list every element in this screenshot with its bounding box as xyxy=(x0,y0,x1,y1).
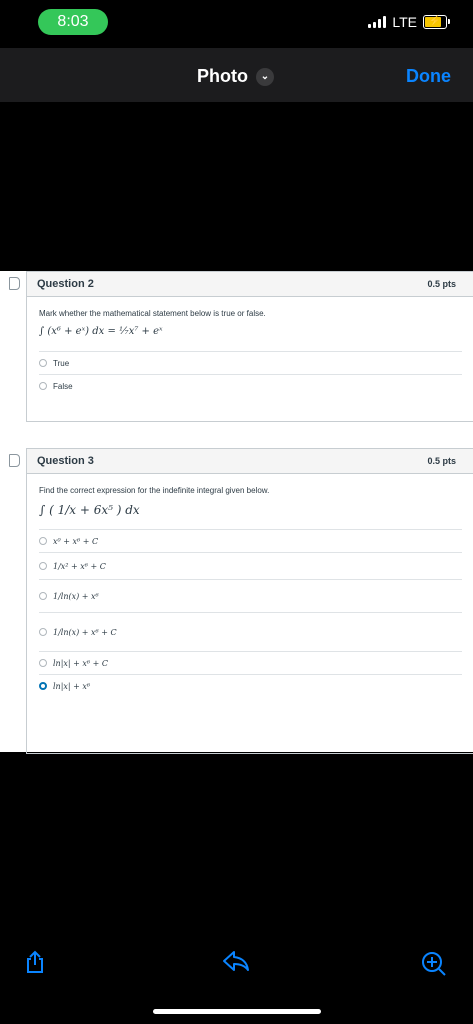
option-label: x⁰ + x⁶ + C xyxy=(53,536,99,546)
radio-icon[interactable] xyxy=(39,659,47,667)
flag-icon[interactable] xyxy=(9,277,20,290)
quiz-photo: Question 2 0.5 pts Mark whether the math… xyxy=(0,271,473,754)
reply-icon[interactable] xyxy=(222,950,250,978)
radio-icon[interactable] xyxy=(39,562,47,570)
question-title: Question 2 xyxy=(37,278,94,290)
option-label: True xyxy=(53,358,70,368)
answer-option[interactable]: False xyxy=(39,374,462,397)
done-button[interactable]: Done xyxy=(406,66,451,87)
answer-option[interactable]: 1/ln(x) + x⁶ xyxy=(39,579,462,612)
question-title: Question 3 xyxy=(37,455,94,467)
question-prompt: Mark whether the mathematical statement … xyxy=(39,309,266,318)
option-label: 1/ln(x) + x⁶ + C xyxy=(53,627,117,637)
answer-option-selected[interactable]: ln|x| + x⁶ xyxy=(39,674,462,697)
question-points: 0.5 pts xyxy=(427,279,456,289)
radio-icon[interactable] xyxy=(39,382,47,390)
answer-option[interactable]: 1/ln(x) + x⁶ + C xyxy=(39,612,462,651)
chevron-down-icon[interactable]: ⌄ xyxy=(256,67,274,86)
photo-title-label: Photo xyxy=(197,66,248,86)
math-integral: ∫ ( 1/x + 6x⁵ ) dx xyxy=(39,503,140,517)
question-3: Question 3 0.5 pts Find the correct expr… xyxy=(9,448,473,754)
option-label: 1/x² + x⁶ + C xyxy=(53,561,106,571)
option-label: 1/ln(x) + x⁶ xyxy=(53,591,99,601)
flag-icon[interactable] xyxy=(9,454,20,467)
radio-icon[interactable] xyxy=(39,592,47,600)
zoom-in-icon[interactable] xyxy=(420,950,448,984)
signal-icon xyxy=(368,16,387,28)
status-indicators: LTE ⚡ xyxy=(368,14,450,30)
radio-icon[interactable] xyxy=(39,537,47,545)
math-statement: ∫ (x⁶ + eˣ) dx = ¹⁄₇x⁷ + eˣ xyxy=(39,326,163,337)
question-prompt: Find the correct expression for the inde… xyxy=(39,486,270,495)
answer-option[interactable]: True xyxy=(39,351,462,374)
radio-icon[interactable] xyxy=(39,628,47,636)
status-time: 8:03 xyxy=(38,9,108,35)
question-body: Mark whether the mathematical statement … xyxy=(27,297,473,407)
question-header: Question 3 0.5 pts xyxy=(27,449,473,474)
share-icon[interactable] xyxy=(24,950,46,980)
question-2: Question 2 0.5 pts Mark whether the math… xyxy=(9,271,473,422)
battery-icon: ⚡ xyxy=(423,15,450,29)
nav-bar: Photo ⌄ Done xyxy=(0,48,473,102)
question-header: Question 2 0.5 pts xyxy=(27,272,473,297)
network-label: LTE xyxy=(392,14,417,30)
option-label: ln|x| + x⁶ xyxy=(53,681,91,691)
bottom-toolbar xyxy=(0,932,473,992)
question-body: Find the correct expression for the inde… xyxy=(27,474,473,707)
option-label: False xyxy=(53,381,73,391)
answer-option[interactable]: ln|x| + x⁶ + C xyxy=(39,651,462,674)
answer-option[interactable]: x⁰ + x⁶ + C xyxy=(39,529,462,552)
radio-selected-icon[interactable] xyxy=(39,682,47,690)
question-points: 0.5 pts xyxy=(427,456,456,466)
home-indicator xyxy=(153,1009,321,1014)
radio-icon[interactable] xyxy=(39,359,47,367)
answer-option[interactable]: 1/x² + x⁶ + C xyxy=(39,552,462,579)
option-label: ln|x| + x⁶ + C xyxy=(53,658,109,668)
photo-title[interactable]: Photo ⌄ xyxy=(197,66,274,87)
